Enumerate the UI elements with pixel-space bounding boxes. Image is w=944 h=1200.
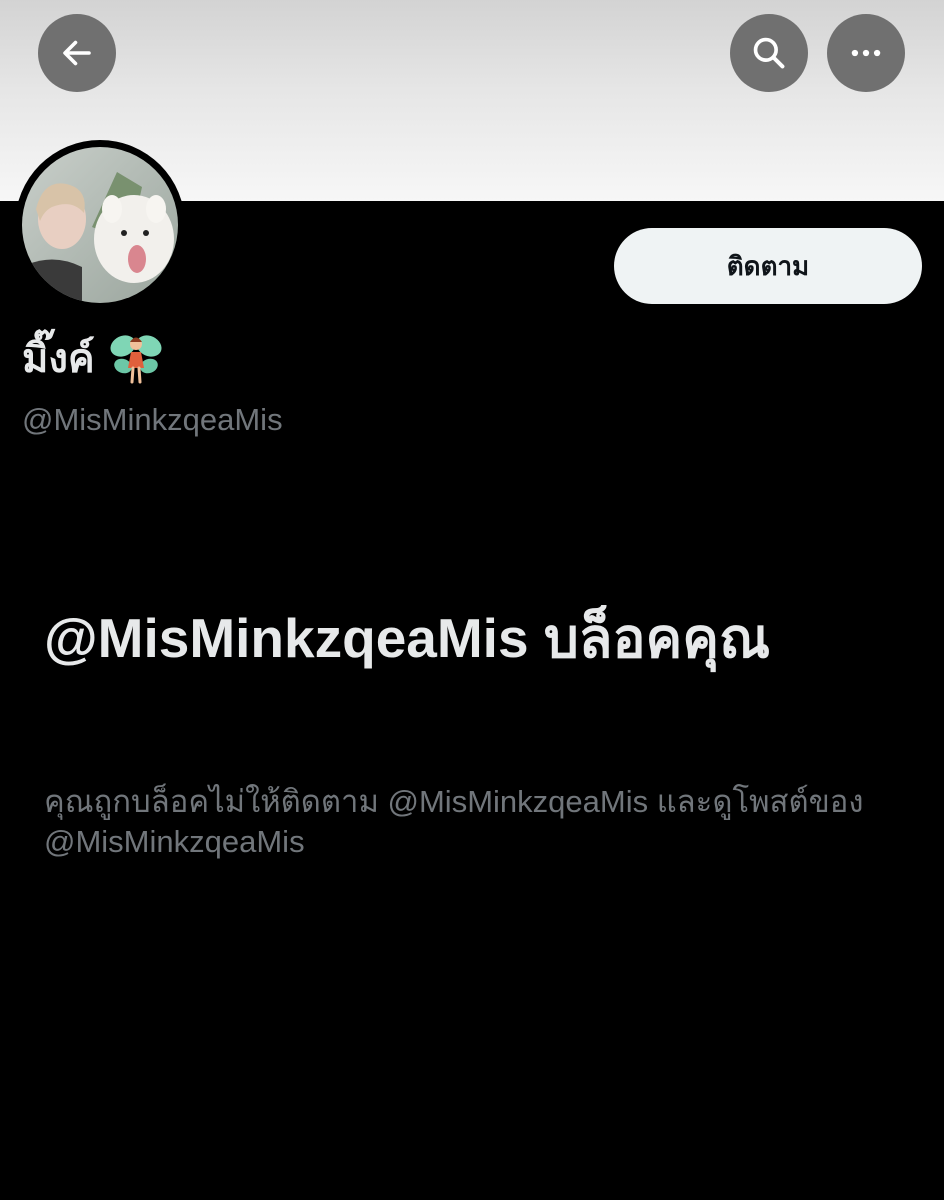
- display-name: มิ๊งค์: [22, 336, 95, 382]
- search-icon: [753, 37, 785, 69]
- fairy-icon: [110, 335, 162, 384]
- avatar-image: [22, 147, 178, 303]
- more-options-button[interactable]: [827, 14, 905, 92]
- more-horizontal-icon: [851, 49, 881, 57]
- back-button[interactable]: [38, 14, 116, 92]
- follow-button[interactable]: ติดตาม: [614, 228, 922, 304]
- blocked-title: @MisMinkzqeaMis บล็อคคุณ: [44, 607, 771, 669]
- blocked-description: คุณถูกบล็อคไม่ให้ติดตาม @MisMinkzqeaMis …: [44, 784, 864, 859]
- avatar[interactable]: [15, 140, 185, 310]
- profile-name-row: มิ๊งค์: [22, 328, 163, 388]
- arrow-left-icon: [63, 40, 91, 66]
- profile-handle: @MisMinkzqeaMis: [22, 402, 283, 437]
- search-button[interactable]: [730, 14, 808, 92]
